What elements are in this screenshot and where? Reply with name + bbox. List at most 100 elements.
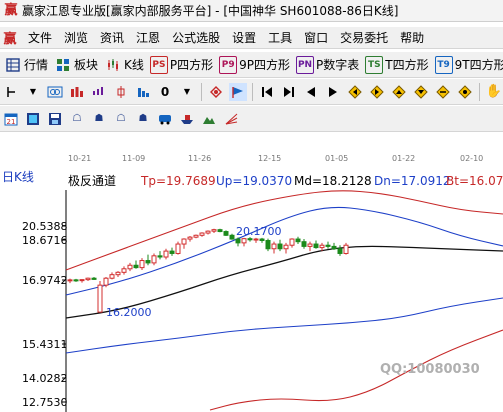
- candle-body: [235, 238, 241, 244]
- kline-button[interactable]: K线: [104, 56, 144, 74]
- last-icon[interactable]: [280, 83, 298, 101]
- date-tick: 11-09: [122, 154, 146, 163]
- menu-info[interactable]: 资讯: [94, 29, 130, 46]
- candle-body: [181, 238, 187, 245]
- diamond-left-icon[interactable]: [346, 83, 364, 101]
- candle-body: [187, 236, 193, 240]
- mountain-icon[interactable]: [200, 110, 218, 128]
- candle-body: [217, 229, 223, 233]
- menu-file[interactable]: 文件: [22, 29, 58, 46]
- columns-icon[interactable]: [68, 83, 86, 101]
- date-tick: 02-10: [460, 154, 484, 163]
- candle-body: [169, 250, 175, 254]
- scale3-icon[interactable]: ☖: [112, 110, 130, 128]
- candle-body: [331, 245, 337, 250]
- date-tick: 01-22: [392, 154, 416, 163]
- candle-body: [337, 248, 343, 254]
- boat-icon[interactable]: [178, 110, 196, 128]
- diamond-cross-icon[interactable]: [434, 83, 452, 101]
- candle-body: [127, 264, 133, 270]
- y-tick-label: 14.0282: [22, 372, 68, 385]
- analysis-toolbar: 21 ☖ ☗ ☖ ☗: [0, 106, 503, 132]
- menu-tools[interactable]: 工具: [262, 29, 298, 46]
- menu-app-icon[interactable]: 赢: [2, 28, 18, 47]
- y-tick-label: 12.7530: [22, 396, 68, 409]
- candle-body: [163, 250, 169, 258]
- diamond-up-icon[interactable]: [390, 83, 408, 101]
- scale4-icon[interactable]: ☗: [134, 110, 152, 128]
- window-title: 赢家江恩专业版[赢家内部服务平台] - [中国神华 SH601088-86日K线…: [22, 4, 399, 18]
- save-icon[interactable]: [46, 110, 64, 128]
- flag-icon[interactable]: [229, 82, 247, 101]
- candle-body: [73, 279, 79, 282]
- diamond-down-icon[interactable]: [412, 83, 430, 101]
- p9-icon: P9: [219, 55, 238, 74]
- scale-icon[interactable]: ☖: [68, 110, 86, 128]
- title-bar: 赢 赢家江恩专业版[赢家内部服务平台] - [中国神华 SH601088-86日…: [0, 0, 503, 22]
- plus-icon[interactable]: [207, 83, 225, 101]
- t-square-button[interactable]: TS T四方形: [365, 55, 429, 74]
- candle-body: [139, 260, 145, 269]
- sector-button[interactable]: 板块: [54, 56, 98, 74]
- separator: [201, 82, 202, 101]
- diamond-star-icon[interactable]: [456, 83, 474, 101]
- dn-value: Dn=17.0912: [374, 174, 451, 188]
- drawing-toolbar: ▼ 0 ▼ ✋: [0, 79, 503, 105]
- p-square-label: P四方形: [169, 58, 214, 72]
- link-icon[interactable]: [46, 83, 64, 101]
- candle-body: [313, 243, 319, 249]
- candle-body: [193, 234, 199, 238]
- candle-body: [247, 238, 253, 241]
- menu-trade[interactable]: 交易委托: [334, 29, 394, 46]
- scale2-icon[interactable]: ☗: [90, 110, 108, 128]
- bar-chart-icon[interactable]: [134, 83, 152, 101]
- candle-body: [109, 274, 115, 279]
- zero-icon[interactable]: 0: [156, 83, 174, 101]
- p-number-button[interactable]: PN P数字表: [296, 55, 359, 74]
- indicator-name: 极反通道: [68, 174, 117, 188]
- first-icon[interactable]: [258, 83, 276, 101]
- candle-body: [145, 260, 151, 264]
- h-cursor-icon[interactable]: [2, 83, 20, 101]
- candle-body: [229, 234, 235, 240]
- menu-browse[interactable]: 浏览: [58, 29, 94, 46]
- chevron-down-icon[interactable]: ▼: [178, 83, 196, 101]
- t-square-label: T四方形: [385, 58, 429, 72]
- t9-icon: T9: [434, 55, 453, 74]
- bars-up-icon[interactable]: [90, 83, 108, 101]
- up-band: [65, 206, 503, 296]
- candle-body: [253, 238, 259, 241]
- grid-icon: [4, 56, 22, 74]
- p-square-button[interactable]: PS P四方形: [149, 55, 214, 74]
- p9-square-button[interactable]: P9 9P四方形: [219, 55, 291, 74]
- right-arrow-icon[interactable]: [324, 83, 342, 101]
- app-logo-icon: 赢: [4, 2, 18, 18]
- left-arrow-icon[interactable]: [302, 83, 320, 101]
- candlestick-icon[interactable]: [112, 83, 130, 101]
- menu-settings[interactable]: 设置: [226, 29, 262, 46]
- p9-square-label: 9P四方形: [239, 58, 291, 72]
- table-icon[interactable]: [24, 110, 42, 128]
- hand-icon[interactable]: ✋: [485, 83, 503, 101]
- calendar-icon[interactable]: 21: [2, 110, 20, 128]
- menu-gann[interactable]: 江恩: [130, 29, 166, 46]
- separator: [252, 82, 253, 101]
- diamond-right-icon[interactable]: [368, 83, 386, 101]
- candle-body: [283, 244, 289, 250]
- qq-watermark: QQ:10080030: [380, 362, 480, 377]
- t9-square-button[interactable]: T9 9T四方形: [434, 55, 503, 74]
- candle-body: [199, 232, 205, 236]
- bus-icon[interactable]: [156, 110, 174, 128]
- menu-formula[interactable]: 公式选股: [166, 29, 226, 46]
- candle-body: [97, 284, 103, 313]
- menu-help[interactable]: 帮助: [394, 29, 430, 46]
- t9-square-label: 9T四方形: [454, 58, 503, 72]
- tp-band: [65, 190, 503, 271]
- quotes-button[interactable]: 行情: [4, 56, 48, 74]
- fan-icon[interactable]: [222, 110, 240, 128]
- chevron-down-icon[interactable]: ▼: [24, 83, 42, 101]
- menu-window[interactable]: 窗口: [298, 29, 334, 46]
- bt-value: Bt=16.079: [446, 174, 503, 188]
- date-tick: 01-05: [325, 154, 349, 163]
- candle-body: [133, 264, 139, 269]
